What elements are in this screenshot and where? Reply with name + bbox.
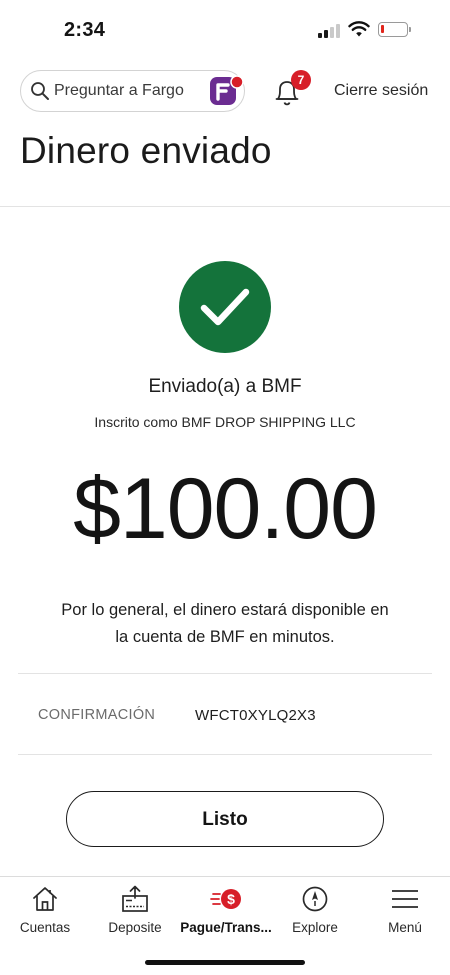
confirmation-label: CONFIRMACIÓN	[38, 707, 156, 723]
search-icon	[31, 82, 49, 100]
status-bar: 2:34	[0, 0, 450, 58]
house-icon	[33, 887, 57, 911]
availability-message: Por lo general, el dinero estará disponi…	[25, 597, 425, 651]
nav-item-explore[interactable]: Explore	[280, 884, 350, 940]
nav-label-deposite: Deposite	[108, 920, 162, 935]
search-placeholder: Preguntar a Fargo	[54, 82, 184, 99]
menu-icon	[392, 890, 418, 908]
battery-icon	[378, 22, 408, 37]
nav-label-pague-transfiera: Pague/Trans...	[180, 920, 272, 935]
fargo-assistant-icon[interactable]	[208, 74, 244, 108]
availability-line-1: Por lo general, el dinero estará disponi…	[61, 601, 389, 619]
confirmation-number: WFCT0XYLQ2X3	[195, 707, 316, 724]
compass-icon	[302, 886, 328, 912]
success-checkmark-icon	[179, 261, 271, 353]
nav-item-deposite[interactable]: Deposite	[100, 884, 170, 940]
header-divider	[0, 206, 450, 207]
wifi-icon	[348, 21, 370, 37]
status-time: 2:34	[64, 19, 106, 41]
enrolled-as-text: Inscrito como BMF DROP SHIPPING LLC	[94, 414, 356, 430]
home-indicator[interactable]	[145, 960, 305, 965]
nav-item-cuentas[interactable]: Cuentas	[10, 884, 80, 940]
nav-item-pague-transfiera[interactable]: $ Pague/Trans...	[178, 884, 274, 940]
done-button[interactable]: Listo	[66, 791, 384, 847]
confirmation-divider-bottom	[18, 754, 432, 755]
cellular-signal-icon	[318, 24, 342, 38]
battery-tip	[409, 27, 411, 32]
bottom-nav-divider	[0, 876, 450, 877]
pay-transfer-icon: $	[210, 889, 241, 909]
confirmation-divider-top	[18, 673, 432, 674]
ask-fargo-search[interactable]: Preguntar a Fargo	[20, 70, 245, 112]
availability-line-2: la cuenta de BMF en minutos.	[115, 628, 335, 646]
nav-label-menu: Menú	[388, 920, 422, 935]
nav-label-explore: Explore	[292, 920, 338, 935]
amount-sent: $100.00	[73, 461, 378, 557]
page-title: Dinero enviado	[20, 130, 272, 171]
signout-link[interactable]: Cierre sesión	[334, 82, 428, 100]
sent-to-text: Enviado(a) a BMF	[148, 376, 302, 397]
deposit-icon	[122, 885, 148, 912]
nav-label-cuentas: Cuentas	[19, 920, 71, 935]
nav-item-menu[interactable]: Menú	[370, 884, 440, 940]
notification-count-badge: 7	[291, 70, 311, 90]
svg-text:$: $	[227, 891, 235, 907]
